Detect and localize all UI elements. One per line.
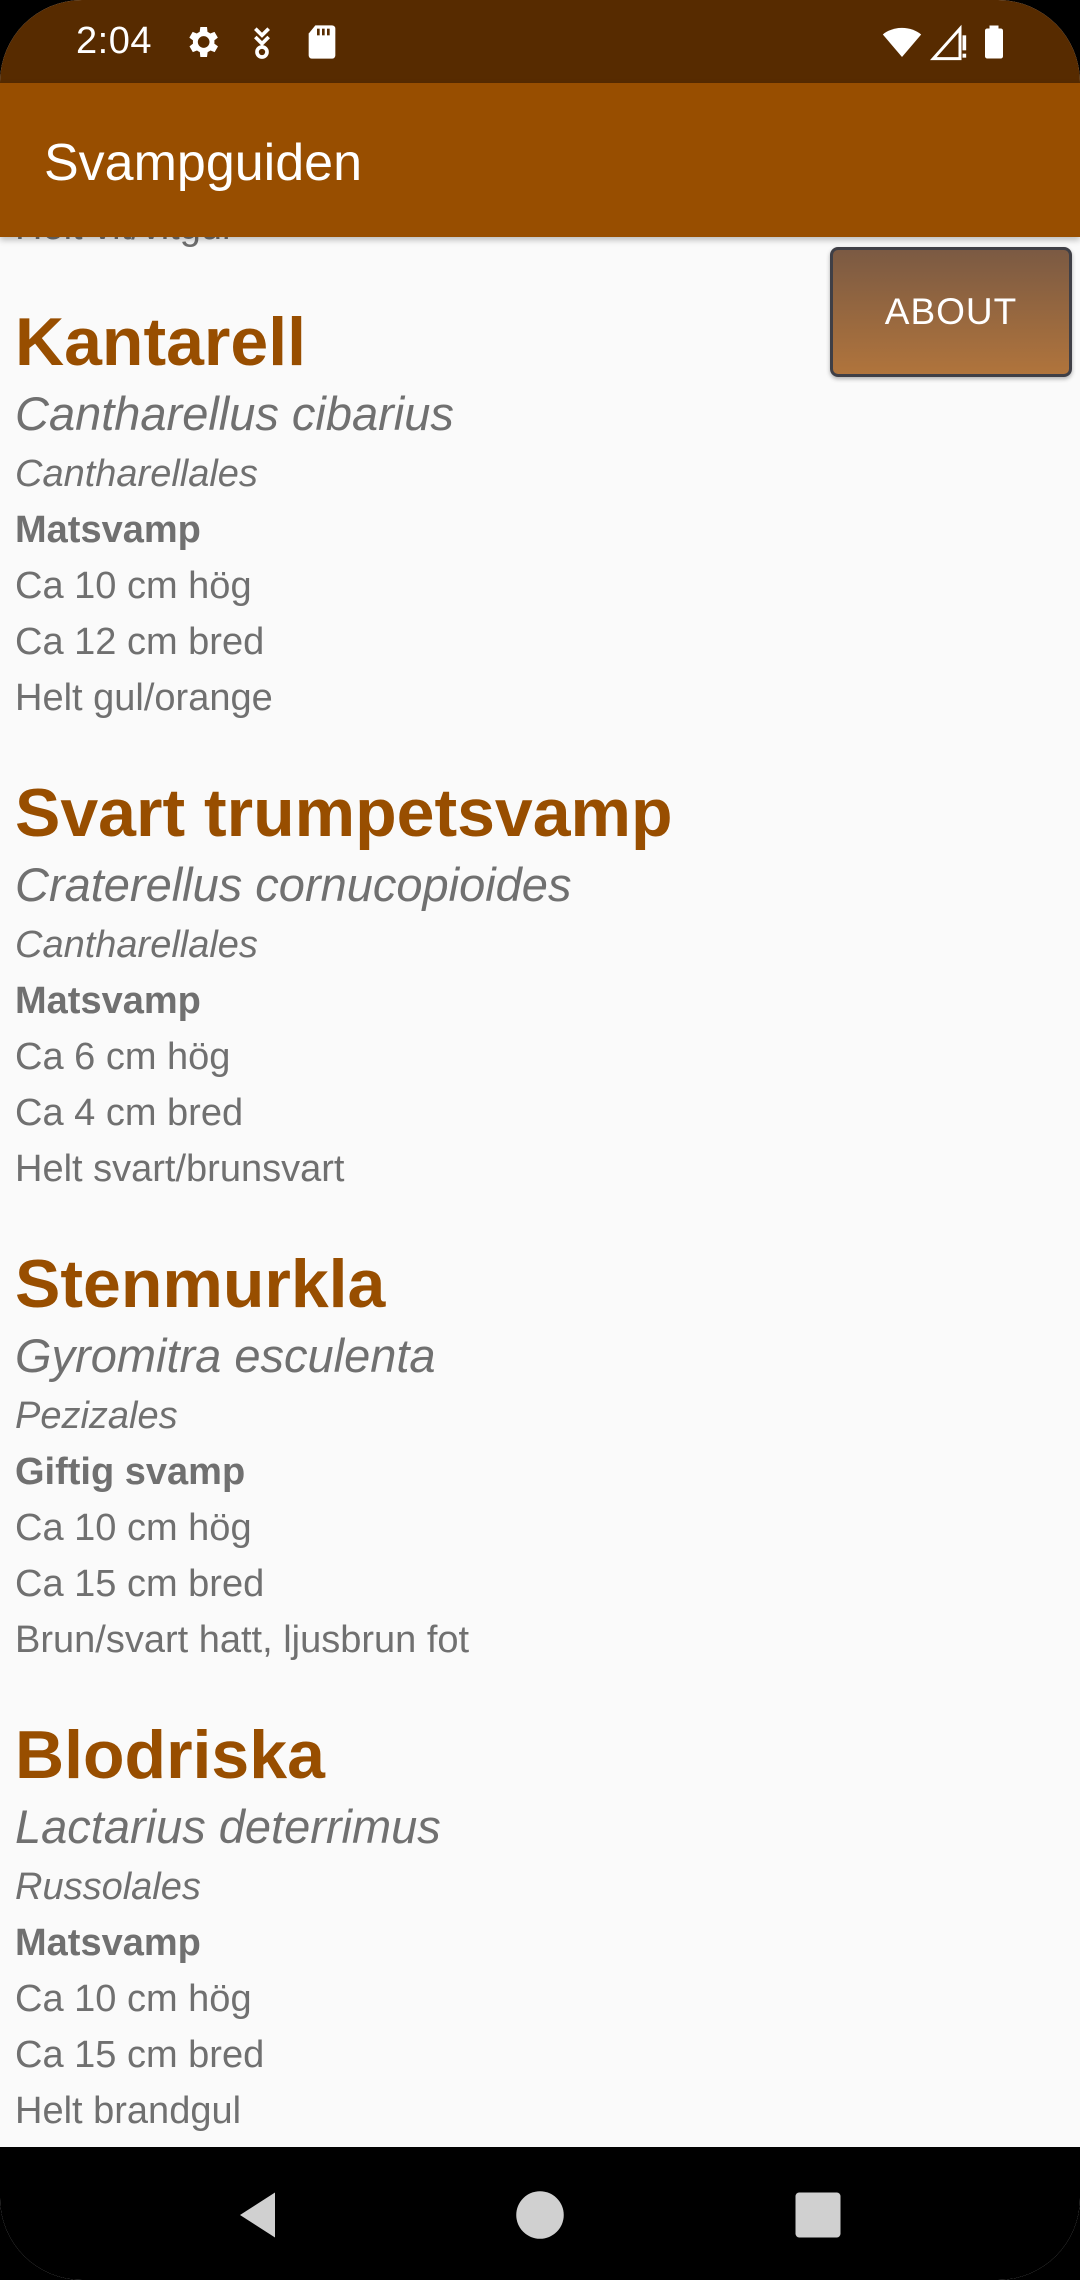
mushroom-latin-name: Lactarius deterrimus <box>15 1800 441 1853</box>
mushroom-color: Helt svart/brunsvart <box>15 1148 345 1190</box>
battery-icon <box>985 25 1003 59</box>
mushroom-card-stenmurkla[interactable]: Stenmurkla Gyromitra esculenta Pezizales… <box>15 1244 673 1668</box>
mushroom-latin-name: Craterellus cornucopioides <box>15 858 572 911</box>
mushroom-list[interactable]: Helt vit/vitgul Kantarell Cantharellus c… <box>0 237 1080 2147</box>
mushroom-card-kantarell[interactable]: Kantarell Cantharellus cibarius Canthare… <box>15 302 673 726</box>
status-bar: 2:04 <box>0 0 1080 83</box>
status-time: 2:04 <box>76 20 152 62</box>
mushroom-order: Russolales <box>15 1866 201 1908</box>
mushroom-height: Ca 10 cm hög <box>15 1507 252 1549</box>
mushroom-name: Blodriska <box>15 1717 325 1793</box>
mushroom-order: Cantharellales <box>15 453 258 495</box>
home-icon[interactable] <box>510 2185 570 2245</box>
settings-icon <box>189 27 218 57</box>
mushroom-name: Svart trumpetsvamp <box>15 775 673 851</box>
signal-icon <box>930 24 967 61</box>
navigation-bar <box>0 2147 1080 2280</box>
mushroom-height: Ca 6 cm hög <box>15 1036 231 1078</box>
mushroom-color: Helt gul/orange <box>15 677 273 719</box>
partial-item-color: Helt vit/vitgul <box>15 237 673 255</box>
mushroom-latin-name: Cantharellus cibarius <box>15 387 454 440</box>
mushroom-card-blodriska[interactable]: Blodriska Lactarius deterrimus Russolale… <box>15 1715 673 2139</box>
wifi-icon <box>882 27 922 57</box>
mushroom-name: Stenmurkla <box>15 1246 386 1322</box>
mushroom-order: Cantharellales <box>15 924 258 966</box>
mushroom-card-svart-trumpetsvamp[interactable]: Svart trumpetsvamp Craterellus cornucopi… <box>15 773 673 1197</box>
about-button[interactable]: ABOUT <box>830 247 1072 377</box>
mushroom-type: Giftig svamp <box>15 1451 246 1493</box>
phone-screen: 2:04 Svampguiden Hel <box>0 0 1080 2280</box>
mushroom-color: Helt brandgul <box>15 2090 242 2132</box>
mushroom-type: Matsvamp <box>15 509 201 551</box>
mushroom-width: Ca 15 cm bred <box>15 1563 265 1605</box>
app-title: Svampguiden <box>44 134 362 192</box>
download-icon <box>254 27 270 59</box>
mushroom-name: Kantarell <box>15 304 306 380</box>
app-bar: Svampguiden <box>0 83 1080 237</box>
mushroom-order: Pezizales <box>15 1395 178 1437</box>
mushroom-width: Ca 4 cm bred <box>15 1092 244 1134</box>
back-icon[interactable] <box>230 2185 290 2245</box>
mushroom-width: Ca 15 cm bred <box>15 2034 265 2076</box>
mushroom-height: Ca 10 cm hög <box>15 1978 252 2020</box>
mushroom-width: Ca 12 cm bred <box>15 621 265 663</box>
mushroom-type: Matsvamp <box>15 980 201 1022</box>
mushroom-list-items: Helt vit/vitgul Kantarell Cantharellus c… <box>15 237 673 2139</box>
sd-card-icon <box>308 25 336 59</box>
mushroom-type: Matsvamp <box>15 1922 201 1964</box>
mushroom-color: Brun/svart hatt, ljusbrun fot <box>15 1619 470 1661</box>
mushroom-latin-name: Gyromitra esculenta <box>15 1329 436 1382</box>
mushroom-height: Ca 10 cm hög <box>15 565 252 607</box>
recents-icon[interactable] <box>788 2185 848 2245</box>
